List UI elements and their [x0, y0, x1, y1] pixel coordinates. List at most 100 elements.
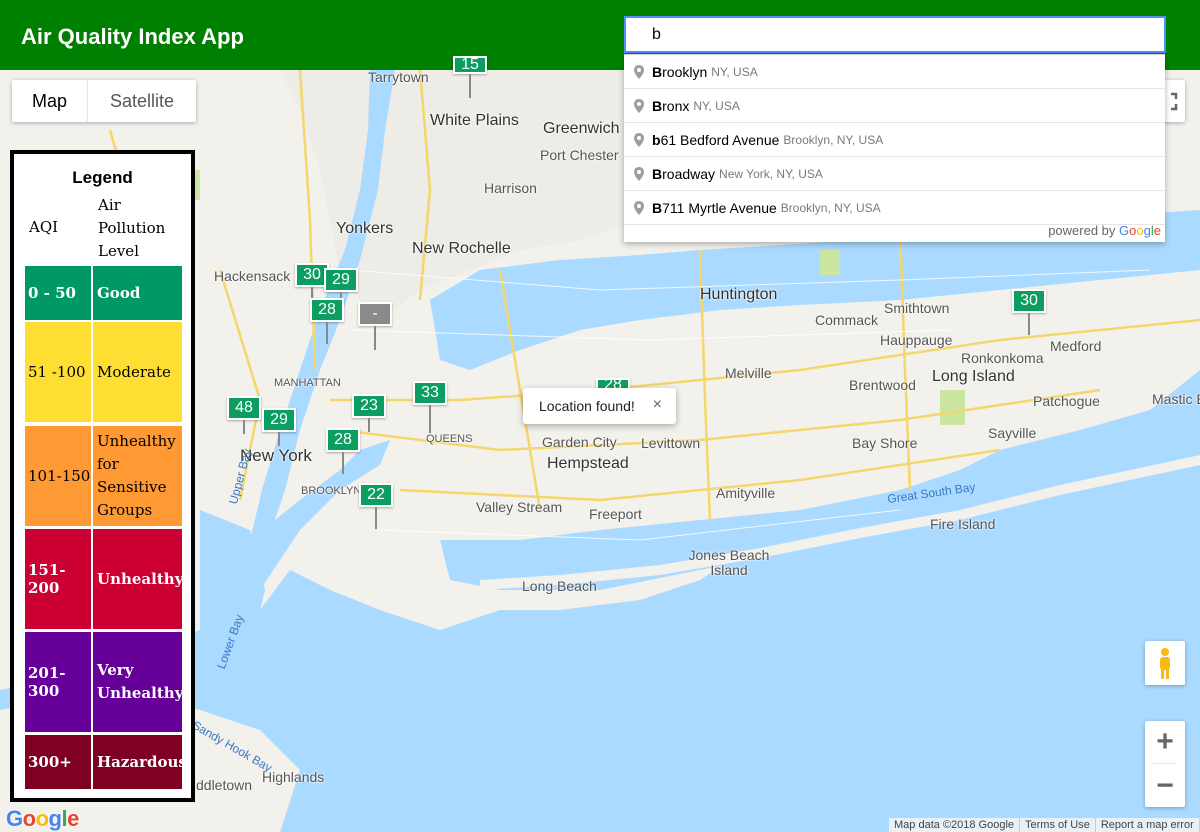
google-logo-letter: e [67, 806, 79, 831]
place-label: Fire Island [930, 516, 996, 532]
legend-range: 101-150 [25, 426, 91, 526]
place-label: Ronkonkoma [961, 350, 1044, 366]
autocomplete-dropdown: Brooklyn NY, USA Bronx NY, USA b61 Bedfo… [624, 54, 1165, 242]
google-wordmark: Google [1119, 223, 1161, 238]
place-label: Port Chester [540, 147, 619, 163]
place-label: Harrison [484, 180, 537, 196]
aqi-marker-value: 29 [262, 408, 296, 432]
location-pin-icon [624, 200, 652, 215]
google-logo-letter: G [6, 806, 23, 831]
legend-row: 201-300 Very Unhealthy [25, 632, 183, 732]
autocomplete-item[interactable]: Broadway New York, NY, USA [624, 157, 1165, 191]
legend-level: Hazardous [93, 735, 187, 789]
place-label: QUEENS [426, 433, 473, 445]
autocomplete-item[interactable]: Brooklyn NY, USA [624, 55, 1165, 89]
aqi-marker-value: 48 [227, 396, 261, 420]
pegman-icon [1160, 648, 1170, 679]
aqi-marker-value: - [358, 302, 392, 326]
aqi-marker-value: 28 [310, 298, 344, 322]
google-logo: Google [6, 806, 79, 832]
place-label: Medford [1050, 338, 1102, 354]
zoom-in-button[interactable]: + [1145, 721, 1185, 763]
place-label: Long Beach [522, 578, 597, 594]
aqi-marker-value: 15 [453, 56, 487, 74]
autocomplete-match: b [652, 131, 661, 148]
place-label: Huntington [700, 286, 778, 303]
place-label: Brentwood [849, 377, 916, 393]
legend-row: 51 -100 Moderate [25, 322, 182, 422]
aqi-legend: Legend AQI Air Pollution Level 0 - 50 Go… [10, 150, 195, 802]
aqi-marker-value: 33 [413, 381, 447, 405]
location-pin-icon [624, 132, 652, 147]
place-label: Highlands [262, 769, 325, 785]
autocomplete-secondary: New York, NY, USA [719, 166, 823, 181]
place-label: ddletown [196, 777, 253, 793]
location-info-window: Location found! × [523, 388, 676, 424]
zoom-out-button[interactable]: − [1145, 765, 1185, 807]
report-error-link[interactable]: Report a map error [1094, 818, 1199, 832]
location-pin-icon [624, 166, 652, 181]
map-type-map-button[interactable]: Map [12, 80, 87, 122]
map-data-attribution: Map data ©2018 Google [894, 819, 1015, 831]
place-label: Commack [815, 312, 879, 328]
legend-range: 51 -100 [25, 322, 91, 422]
map-type-satellite-button[interactable]: Satellite [87, 80, 196, 122]
autocomplete-item[interactable]: B711 Myrtle Avenue Brooklyn, NY, USA [624, 191, 1165, 225]
place-label: Amityville [716, 485, 776, 501]
legend-level-header: Air Pollution Level [98, 196, 166, 260]
place-label: Garden City [542, 434, 617, 450]
place-label: Greenwich [543, 120, 620, 137]
close-icon[interactable]: × [653, 396, 662, 414]
autocomplete-item[interactable]: Bronx NY, USA [624, 89, 1165, 123]
powered-by-text: powered by [1048, 223, 1116, 238]
legend-row: 101-150 Unhealthy for Sensitive Groups [25, 426, 182, 526]
autocomplete-match: B [652, 63, 663, 80]
autocomplete-item[interactable]: b61 Bedford Avenue Brooklyn, NY, USA [624, 123, 1165, 157]
app-title: Air Quality Index App [21, 24, 244, 49]
powered-by-google: powered by Google [1048, 223, 1161, 238]
autocomplete-secondary: NY, USA [693, 98, 740, 113]
place-label: White Plains [430, 112, 519, 129]
aqi-marker-value: 28 [326, 428, 360, 452]
zoom-divider [1153, 763, 1177, 764]
terms-link[interactable]: Terms of Use [1019, 818, 1095, 832]
autocomplete-secondary: Brooklyn, NY, USA [780, 200, 881, 215]
place-label: New Rochelle [412, 240, 511, 257]
place-label: Hauppauge [880, 332, 953, 348]
legend-level: Unhealthy for Sensitive Groups [93, 426, 182, 526]
autocomplete-main-text: 711 Myrtle Avenue [662, 199, 777, 216]
info-window-text: Location found! [539, 398, 635, 414]
place-label: Jones Beach Island [688, 547, 770, 578]
legend-range: 151-200 [25, 529, 91, 629]
legend-level: Unhealthy [93, 529, 183, 629]
place-label: Tarrytown [368, 70, 429, 85]
aqi-marker-value: 30 [1012, 289, 1046, 313]
autocomplete-main-text: roadway [662, 165, 716, 182]
aqi-marker-value: 23 [352, 394, 386, 418]
street-view-button[interactable] [1145, 641, 1185, 685]
aqi-marker-value: 29 [324, 268, 358, 292]
place-label: Mastic B [1152, 391, 1200, 407]
place-label: Long Island [932, 368, 1015, 385]
place-label: Melville [725, 365, 772, 381]
place-label: Levittown [641, 435, 701, 451]
legend-level: Moderate [93, 322, 182, 422]
zoom-control: + − [1145, 721, 1185, 807]
aqi-marker-value: 22 [359, 483, 393, 507]
autocomplete-main-text: 61 Bedford Avenue [660, 131, 780, 148]
place-label: Freeport [589, 506, 642, 522]
place-label: Valley Stream [476, 499, 563, 515]
autocomplete-match: B [652, 165, 663, 182]
place-search-input[interactable] [624, 16, 1166, 53]
google-logo-letter: o [35, 806, 49, 831]
place-label: Yonkers [336, 220, 394, 237]
map-footer: Map data ©2018 Google Terms of Use Repor… [889, 818, 1199, 832]
legend-range: 201-300 [25, 632, 91, 732]
place-label: Sayville [988, 425, 1037, 441]
autocomplete-match: B [652, 199, 663, 216]
legend-title: Legend [72, 168, 133, 187]
place-label: MANHATTAN [274, 377, 341, 389]
autocomplete-secondary: Brooklyn, NY, USA [783, 132, 884, 147]
autocomplete-main-text: ronx [662, 97, 690, 114]
legend-level: Very Unhealthy [93, 632, 183, 732]
